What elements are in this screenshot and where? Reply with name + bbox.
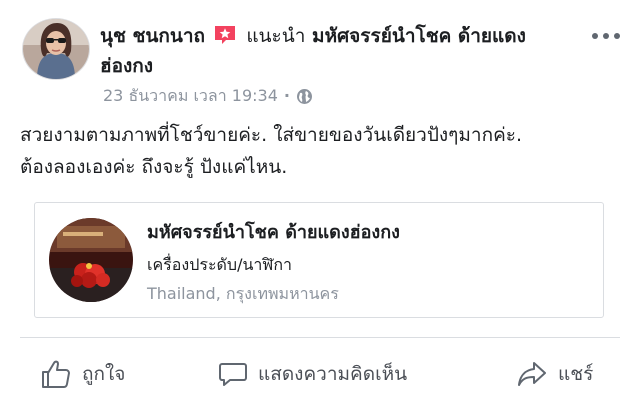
share-button[interactable]: แชร์	[516, 355, 593, 393]
thumbs-up-icon	[42, 360, 70, 388]
post-text-line: สวยงามตามภาพที่โชว์ขายค่ะ. ใส่ขายของวันเ…	[20, 124, 523, 146]
recommend-star-icon	[214, 24, 236, 44]
globe-icon[interactable]	[296, 88, 313, 105]
author-name[interactable]: นุช ชนกนาถ	[100, 25, 205, 47]
like-label: ถูกใจ	[82, 363, 126, 385]
more-dot-icon	[592, 33, 598, 39]
more-dot-icon	[614, 33, 620, 39]
post-timestamp[interactable]: 23 ธันวาคม เวลา 19:34	[103, 85, 278, 107]
comment-button[interactable]: แสดงความคิดเห็น	[218, 355, 407, 393]
post-header: นุช ชนกนาถ แนะนำ มหัศจรรย์นำโชค ด้ายแดงฮ…	[100, 21, 568, 81]
more-options-button[interactable]	[589, 28, 623, 44]
more-dot-icon	[603, 33, 609, 39]
comment-bubble-icon	[219, 363, 247, 386]
action-bar-divider	[20, 337, 620, 338]
page-card-location: Thailand, กรุงเทพมหานคร	[147, 284, 339, 303]
share-arrow-icon	[518, 362, 546, 386]
post-text-line: ต้องลองเองค่ะ ถึงจะรู้ ปังแค่ไหน.	[20, 156, 288, 178]
recommend-verb: แนะนำ	[246, 25, 306, 47]
share-label: แชร์	[558, 363, 594, 385]
page-card-category: เครื่องประดับ/นาฬิกา	[147, 255, 292, 274]
page-card[interactable]: มหัศจรรย์นำโชค ด้ายแดงฮ่องกง เครื่องประด…	[34, 202, 604, 318]
comment-label: แสดงความคิดเห็น	[258, 363, 408, 385]
page-card-name[interactable]: มหัศจรรย์นำโชค ด้ายแดงฮ่องกง	[147, 220, 400, 246]
meta-separator: ·	[283, 86, 290, 105]
post-meta: 23 ธันวาคม เวลา 19:34 ·	[103, 85, 313, 107]
feed-post: นุช ชนกนาถ แนะนำ มหัศจรรย์นำโชค ด้ายแดงฮ…	[0, 0, 640, 407]
like-button[interactable]: ถูกใจ	[40, 355, 125, 393]
page-profile-picture[interactable]	[49, 218, 133, 302]
author-avatar[interactable]	[22, 18, 90, 80]
post-text: สวยงามตามภาพที่โชว์ขายค่ะ. ใส่ขายของวันเ…	[20, 119, 632, 183]
